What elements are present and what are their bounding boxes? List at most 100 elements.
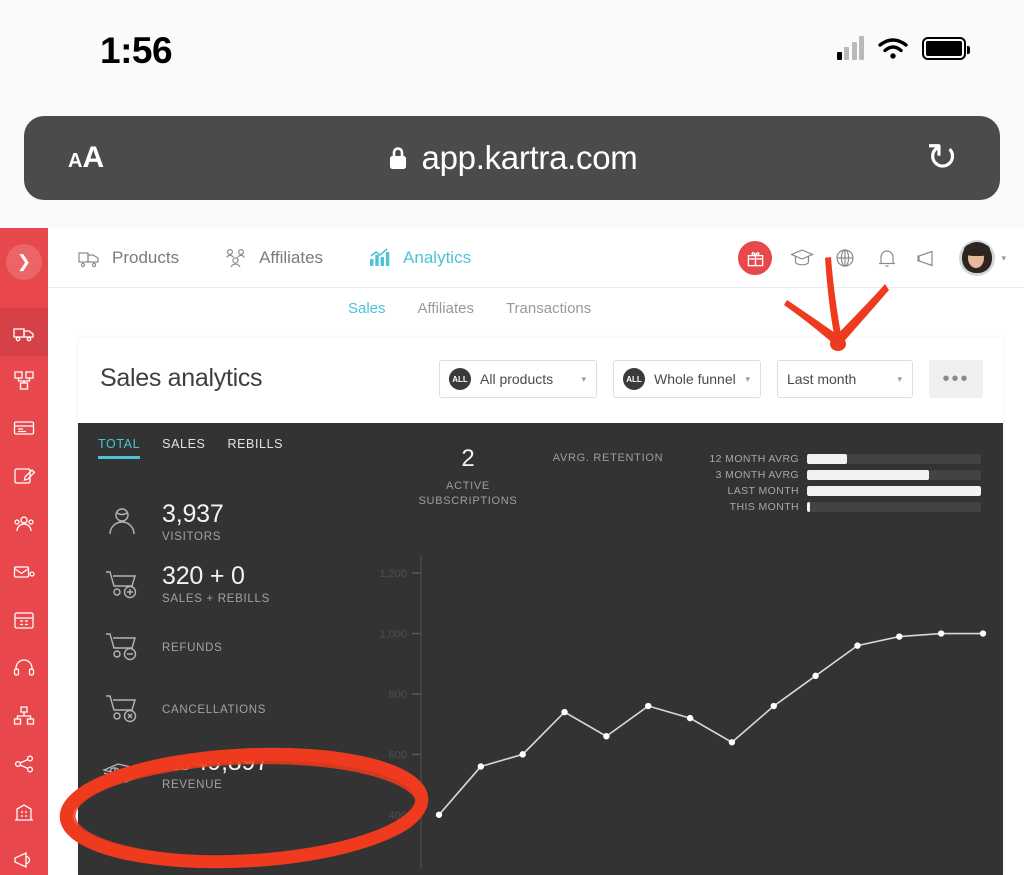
- nav-item-analytics[interactable]: Analytics: [367, 246, 471, 270]
- browser-url-bar[interactable]: AA app.kartra.com ↻: [24, 116, 1000, 200]
- status-time: 1:56: [100, 30, 173, 71]
- sidebar-item-campaigns[interactable]: [0, 836, 48, 875]
- edit-form-icon: [14, 468, 36, 484]
- avg-bar-row: THIS MONTH: [701, 499, 981, 515]
- left-sidebar: ❯: [0, 228, 48, 875]
- metric-tab-rebills[interactable]: REBILLS: [227, 437, 283, 459]
- sidebar-items: [0, 308, 48, 875]
- sidebar-item-pages[interactable]: [0, 404, 48, 452]
- visitor-icon: [98, 503, 146, 541]
- mail-icon: [13, 566, 35, 578]
- metric-text: 320 + 0 SALES + REBILLS: [162, 562, 270, 605]
- chart-svg: 400 600 800 1,000 1,200: [379, 555, 987, 869]
- sidebar-item-funnels[interactable]: [0, 692, 48, 740]
- nav-items: Products Affiliates Analytics: [76, 228, 471, 288]
- bell-icon[interactable]: [875, 246, 899, 270]
- status-indicators: [836, 36, 970, 60]
- pages-icon: [13, 421, 35, 435]
- all-badge-icon: ALL: [623, 368, 645, 390]
- analytics-icon: [370, 248, 390, 266]
- stat-value: 2: [461, 445, 475, 472]
- megaphone-icon[interactable]: [916, 246, 942, 270]
- reload-icon[interactable]: ↻: [926, 139, 958, 177]
- nav-item-label: Analytics: [403, 248, 472, 267]
- sidebar-item-leads[interactable]: [0, 500, 48, 548]
- sidebar-item-helpdesk[interactable]: [0, 644, 48, 692]
- nav-item-products[interactable]: Products: [76, 246, 179, 270]
- avg-bar-label: 12 MONTH AVRG: [709, 453, 799, 465]
- metric-text: 3,937 VISITORS: [162, 500, 224, 543]
- tab-transactions[interactable]: Transactions: [506, 300, 591, 317]
- metric-label: SALES + REBILLS: [162, 592, 270, 605]
- filter-date-range[interactable]: Last month ▾: [777, 360, 913, 398]
- avg-bar-track: [807, 470, 981, 480]
- globe-target-icon[interactable]: [832, 246, 858, 270]
- metric-value: 320 + 0: [162, 562, 245, 591]
- more-options-button[interactable]: •••: [929, 360, 983, 398]
- url-display[interactable]: app.kartra.com: [24, 139, 1000, 177]
- sidebar-item-calendar[interactable]: [0, 596, 48, 644]
- filter-label: All products: [480, 371, 554, 387]
- wifi-icon: [878, 38, 908, 59]
- sidebar-item-products[interactable]: [0, 308, 48, 356]
- graduation-cap-icon[interactable]: [789, 246, 815, 270]
- avg-bar-label: THIS MONTH: [729, 501, 799, 513]
- battery-icon: [922, 37, 970, 60]
- svg-text:1,200: 1,200: [379, 568, 407, 580]
- svg-text:400: 400: [389, 810, 407, 822]
- stat-label: AVRG. RETENTION: [552, 452, 664, 464]
- metric-value: 3,937: [162, 500, 224, 529]
- ios-status-bar: 1:56: [0, 0, 1024, 108]
- sidebar-item-mail[interactable]: [0, 548, 48, 596]
- screen: 1:56 AA app.kartra.com ↻ ❯ Products Affi…: [0, 0, 1024, 875]
- cart-minus-icon: [98, 627, 146, 665]
- top-navigation: Products Affiliates Analytics ▾: [48, 228, 1024, 288]
- cart-cancel-icon: [98, 689, 146, 727]
- stat-label: ACTIVE SUBSCRIPTIONS: [418, 480, 518, 507]
- metric-cancellations: CANCELLATIONS: [98, 677, 388, 739]
- metric-label: CANCELLATIONS: [162, 703, 267, 716]
- calendar-icon: [14, 612, 34, 629]
- metric-text: CANCELLATIONS: [162, 701, 266, 716]
- share-icon: [14, 755, 34, 773]
- stat-avg-retention: AVRG. RETENTION: [538, 445, 678, 509]
- sidebar-item-memberships[interactable]: [0, 356, 48, 404]
- avg-bar-fill: [807, 502, 811, 512]
- cart-plus-icon: [98, 565, 146, 603]
- tab-sales[interactable]: Sales: [348, 300, 386, 317]
- tab-affiliates[interactable]: Affiliates: [418, 300, 474, 317]
- truck-icon: [13, 328, 34, 342]
- avg-bar-track: [807, 454, 981, 464]
- average-bars: 12 MONTH AVRG 3 MONTH AVRG LAST MONTH TH…: [701, 451, 981, 515]
- filter-label: Whole funnel: [654, 371, 736, 387]
- avg-bar-row: 12 MONTH AVRG: [701, 451, 981, 467]
- metric-label: REFUNDS: [162, 641, 223, 654]
- avg-bar-label: 3 MONTH AVRG: [715, 469, 799, 481]
- avg-bar-fill: [807, 486, 981, 496]
- analytics-page: Sales analytics ALL All products ▾ ALL W…: [78, 338, 1003, 875]
- filter-whole-funnel[interactable]: ALL Whole funnel ▾: [613, 360, 761, 398]
- svg-text:600: 600: [389, 749, 407, 761]
- avg-bar-track: [807, 502, 981, 512]
- filter-all-products[interactable]: ALL All products ▾: [439, 360, 597, 398]
- metric-tab-sales[interactable]: SALES: [162, 437, 205, 459]
- gift-badge: [738, 241, 773, 275]
- sidebar-item-agency[interactable]: [0, 788, 48, 836]
- sidebar-expand-toggle[interactable]: ❯: [6, 244, 42, 280]
- sidebar-item-forms[interactable]: [0, 452, 48, 500]
- gift-icon[interactable]: [738, 241, 773, 275]
- metric-tab-total[interactable]: TOTAL: [98, 437, 141, 459]
- metric-text: REFUNDS: [162, 639, 223, 654]
- lock-icon: [389, 147, 406, 169]
- avg-bar-track: [807, 486, 981, 496]
- filter-bar: ALL All products ▾ ALL Whole funnel ▾ La…: [439, 360, 983, 398]
- avatar[interactable]: ▾: [959, 240, 1006, 276]
- kartra-app: ❯ Products Affiliates Analytics ▾ Sales …: [0, 228, 1024, 875]
- avg-bar-label: LAST MONTH: [727, 485, 799, 497]
- nav-item-affiliates[interactable]: Affiliates: [223, 246, 323, 270]
- sidebar-item-affiliates[interactable]: [0, 740, 48, 788]
- stat-active-subscriptions: 2 ACTIVE SUBSCRIPTIONS: [398, 445, 538, 509]
- metric-text: USD 49,897 REVENUE: [162, 749, 269, 790]
- page-header: Sales analytics ALL All products ▾ ALL W…: [78, 338, 1003, 423]
- metric-list: 3,937 VISITORS 320 + 0 SALES + REBILLS R…: [98, 491, 388, 801]
